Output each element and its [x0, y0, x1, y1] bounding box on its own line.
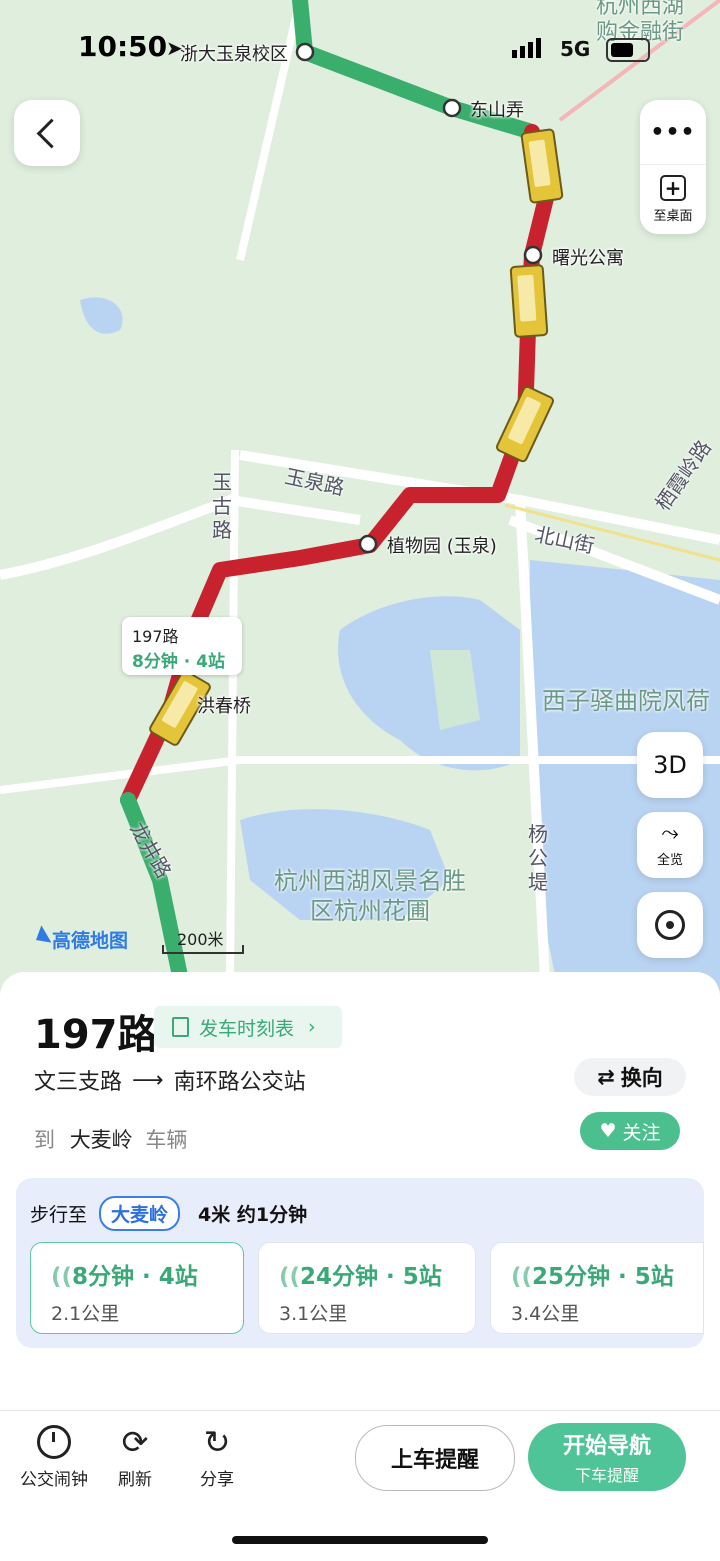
battery-icon [606, 38, 650, 62]
board-reminder-button[interactable]: 上车提醒 [355, 1425, 515, 1491]
live-signal-icon: (( [511, 1264, 533, 1290]
map-canvas [0, 0, 720, 1000]
location-arrow-icon: ➤ [166, 36, 183, 60]
locate-button[interactable] [637, 892, 703, 958]
walk-card: 步行至 大麦岭 4米 约1分钟 ((8分钟 · 4站 2.1公里 ((24分钟 … [16, 1178, 704, 1348]
route-overview-icon: ⤳ [661, 820, 679, 846]
stop-label: 东山弄 [470, 100, 524, 121]
add-to-desktop-button[interactable]: + 至桌面 [653, 165, 693, 233]
crosshair-icon [655, 910, 685, 940]
map-view[interactable]: 浙大玉泉校区 东山弄 曙光公寓 植物园 (玉泉) 洪春桥 玉泉路 玉古路 北山街… [0, 0, 720, 1000]
status-time: 10:50 [78, 30, 168, 63]
live-signal-icon: (( [51, 1264, 73, 1290]
eta-card[interactable]: ((25分钟 · 5站 3.4公里 [490, 1242, 704, 1334]
stop-label: 浙大玉泉校区 [180, 44, 288, 65]
area-label: 西子驿曲院风荷 [542, 687, 710, 715]
direction-row: 文三支路 ⟶ 南环路公交站 [34, 1067, 306, 1096]
share-button[interactable]: ↻ 分享 [177, 1425, 257, 1490]
arrow-right-icon: ⟶ [132, 1067, 164, 1093]
area-label: 杭州西湖风景名胜区杭州花圃 [274, 867, 466, 925]
timetable-button[interactable]: 发车时刻表 › [154, 1006, 342, 1048]
destination-row: 到 大麦岭 车辆 [34, 1128, 188, 1152]
walk-stop-pill[interactable]: 大麦岭 [99, 1196, 181, 1231]
start-navigation-button[interactable]: 开始导航 下车提醒 [528, 1423, 686, 1491]
map-scale: 200米 [177, 930, 224, 949]
eta-card[interactable]: ((24分钟 · 5站 3.1公里 [258, 1242, 476, 1334]
share-icon: ↻ [203, 1423, 231, 1461]
callout-eta: 8分钟 · 4站 [132, 652, 225, 672]
route-callout[interactable]: 197路 8分钟 · 4站 [122, 617, 242, 675]
overview-button[interactable]: ⤳ 全览 [637, 812, 703, 878]
alarm-clock-icon [37, 1425, 71, 1459]
road-label: 玉古路 [212, 470, 232, 542]
3d-button[interactable]: 3D [637, 732, 703, 798]
map-logo: 高德地图 [20, 924, 128, 955]
more-button[interactable]: ••• [640, 100, 706, 165]
follow-button[interactable]: ♥ 关注 [580, 1112, 680, 1150]
callout-route: 197路 [132, 627, 179, 646]
eta-card[interactable]: ((8分钟 · 4站 2.1公里 [30, 1242, 244, 1334]
plus-square-icon: + [659, 174, 686, 201]
stop-label: 植物园 (玉泉) [387, 536, 497, 557]
more-icon: ••• [650, 119, 696, 145]
heart-icon: ♥ [599, 1120, 617, 1142]
clipboard-icon [172, 1017, 189, 1037]
refresh-icon: ⟳ [121, 1423, 149, 1461]
logo-icon [20, 924, 52, 955]
top-right-controls: ••• + 至桌面 [640, 100, 706, 234]
bus-marker[interactable] [509, 263, 549, 339]
live-signal-icon: (( [279, 1264, 301, 1290]
chevron-left-icon [36, 118, 66, 148]
walk-info: 步行至 大麦岭 4米 约1分钟 [30, 1196, 307, 1231]
chevron-right-icon: › [308, 1016, 316, 1038]
route-name: 197路 [34, 1012, 158, 1058]
swap-direction-button[interactable]: ⇄ 换向 [574, 1058, 686, 1096]
home-indicator[interactable] [232, 1536, 488, 1544]
back-button[interactable] [14, 100, 80, 166]
stop-label: 洪春桥 [197, 696, 251, 717]
swap-icon: ⇄ [597, 1065, 615, 1089]
signal-icon [512, 38, 541, 58]
stop-label: 曙光公寓 [552, 248, 624, 269]
bus-alarm-button[interactable]: 公交闹钟 [14, 1425, 94, 1490]
refresh-button[interactable]: ⟳ 刷新 [95, 1425, 175, 1490]
network-type: 5G [560, 37, 591, 61]
road-label: 杨公堤 [528, 822, 548, 894]
